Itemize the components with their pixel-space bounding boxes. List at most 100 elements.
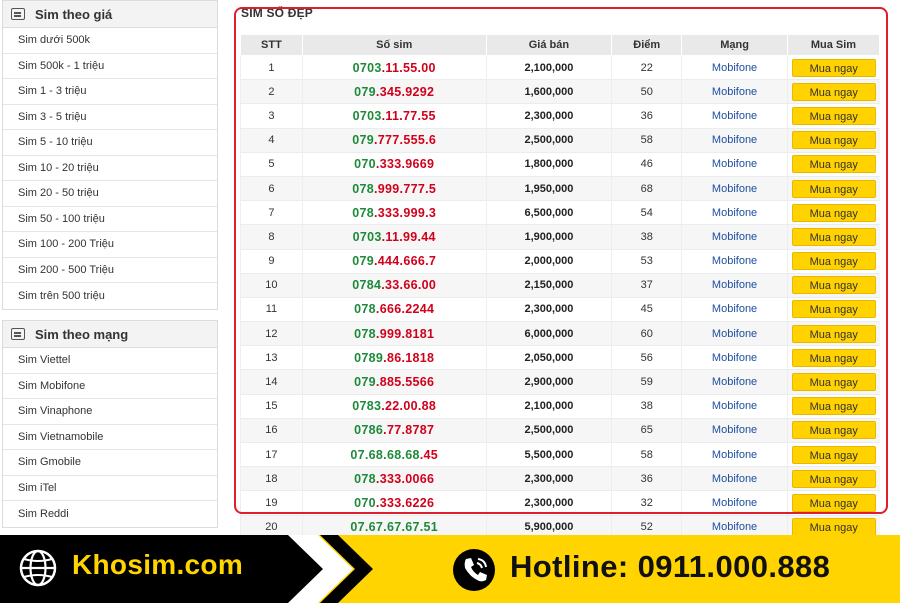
buy-cell: Mua ngay bbox=[786, 54, 880, 80]
buy-now-button[interactable]: Mua ngay bbox=[791, 227, 876, 246]
sidebar-item-price-5[interactable]: Sim 10 - 20 triệu bbox=[3, 156, 217, 181]
sim-number-suffix: .885.5566 bbox=[375, 375, 435, 390]
sidebar-item-price-6[interactable]: Sim 20 - 50 triệu bbox=[3, 181, 217, 207]
sim-number[interactable]: 0786.77.8787 bbox=[301, 417, 487, 443]
sidebar-item-network-1[interactable]: Sim Mobifone bbox=[3, 374, 217, 399]
buy-now-button[interactable]: Mua ngay bbox=[791, 469, 876, 488]
sim-number-prefix: 0784 bbox=[352, 278, 382, 293]
buy-now-button[interactable]: Mua ngay bbox=[791, 131, 876, 150]
sim-number-suffix: .777.555.6 bbox=[374, 133, 437, 148]
sidebar-item-network-0[interactable]: Sim Viettel bbox=[3, 348, 217, 374]
sidebar-item-price-3[interactable]: Sim 3 - 5 triệu bbox=[3, 105, 217, 130]
sim-network: Mobifone bbox=[681, 127, 788, 153]
buy-cell: Mua ngay bbox=[786, 417, 880, 443]
buy-now-button[interactable]: Mua ngay bbox=[791, 445, 876, 464]
table-row: 3 0703.11.77.55 2,300,000 36 Mobifone Mua nga… bbox=[240, 103, 880, 129]
sidebar-item-network-5[interactable]: Sim iTel bbox=[3, 476, 217, 501]
sim-number[interactable]: 0703.11.99.44 bbox=[301, 224, 487, 249]
sim-network: Mobifone bbox=[681, 175, 788, 201]
table-row: 6 078.999.777.5 1,950,000 68 Mobifone Mua nga… bbox=[240, 175, 880, 201]
sim-number[interactable]: 0703.11.55.00 bbox=[301, 54, 487, 80]
sim-score: 46 bbox=[611, 151, 682, 177]
sim-price: 2,900,000 bbox=[485, 369, 612, 395]
sim-number[interactable]: 0703.11.77.55 bbox=[301, 103, 487, 129]
sim-number[interactable]: 078.999.777.5 bbox=[301, 175, 487, 201]
sim-price: 2,300,000 bbox=[485, 490, 612, 516]
table-row: 9 079.444.666.7 2,000,000 53 Mobifone Mua nga… bbox=[240, 248, 880, 274]
sim-number[interactable]: 0784.33.66.00 bbox=[301, 272, 487, 298]
buy-cell: Mua ngay bbox=[786, 127, 880, 153]
sidebar-item-network-2[interactable]: Sim Vinaphone bbox=[3, 399, 217, 425]
row-stt: 11 bbox=[240, 296, 303, 322]
sim-score: 37 bbox=[611, 272, 682, 298]
sim-number[interactable]: 0783.22.00.88 bbox=[301, 393, 487, 419]
buy-cell: Mua ngay bbox=[786, 200, 880, 225]
sim-price: 1,800,000 bbox=[485, 151, 612, 177]
buy-now-button[interactable]: Mua ngay bbox=[791, 493, 876, 512]
buy-now-button[interactable]: Mua ngay bbox=[791, 252, 876, 271]
buy-now-button[interactable]: Mua ngay bbox=[791, 179, 876, 198]
buy-now-button[interactable]: Mua ngay bbox=[791, 373, 876, 392]
sidebar-item-price-1[interactable]: Sim 500k - 1 triệu bbox=[3, 54, 217, 79]
sim-network: Mobifone bbox=[681, 151, 788, 177]
sim-number[interactable]: 079.885.5566 bbox=[301, 369, 487, 395]
sim-number-suffix: .45 bbox=[419, 447, 439, 462]
buy-now-button[interactable]: Mua ngay bbox=[791, 300, 876, 319]
sidebar-item-price-4[interactable]: Sim 5 - 10 triệu bbox=[3, 130, 217, 156]
brand-name[interactable]: Khosim.com bbox=[72, 549, 243, 581]
buy-now-button[interactable]: Mua ngay bbox=[791, 276, 876, 295]
sidebar-item-network-3[interactable]: Sim Vietnamobile bbox=[3, 425, 217, 450]
buy-now-button[interactable]: Mua ngay bbox=[791, 106, 876, 125]
buy-now-button[interactable]: Mua ngay bbox=[791, 348, 876, 367]
sidebar-item-price-2[interactable]: Sim 1 - 3 triệu bbox=[3, 79, 217, 105]
hotline-text[interactable]: Hotline: 0911.000.888 bbox=[510, 549, 830, 585]
sidebar-item-network-6[interactable]: Sim Reddi bbox=[3, 501, 217, 527]
sidebar-item-price-9[interactable]: Sim 200 - 500 Triệu bbox=[3, 258, 217, 283]
sim-number[interactable]: 079.777.555.6 bbox=[301, 127, 487, 153]
sidebar-item-price-8[interactable]: Sim 100 - 200 Triệu bbox=[3, 232, 217, 258]
buy-cell: Mua ngay bbox=[786, 79, 880, 104]
sim-number[interactable]: 078.333.999.3 bbox=[301, 200, 487, 225]
buy-cell: Mua ngay bbox=[786, 248, 880, 274]
buy-now-button[interactable]: Mua ngay bbox=[791, 397, 876, 416]
row-stt: 7 bbox=[240, 200, 303, 225]
footer-banner: Khosim.com Hotline: 0911.000.888 bbox=[0, 535, 900, 603]
buy-now-button[interactable]: Mua ngay bbox=[791, 155, 876, 174]
row-stt: 4 bbox=[240, 127, 303, 153]
sidebar-item-price-10[interactable]: Sim trên 500 triệu bbox=[3, 283, 217, 309]
table-row: 15 0783.22.00.88 2,100,000 38 Mobifone Mua ng… bbox=[240, 393, 880, 419]
sim-number[interactable]: 079.345.9292 bbox=[301, 79, 487, 104]
sim-number[interactable]: 070.333.9669 bbox=[301, 151, 487, 177]
buy-now-button[interactable]: Mua ngay bbox=[791, 324, 876, 343]
col-score: Điểm bbox=[611, 34, 683, 56]
sidebar-item-price-0[interactable]: Sim dưới 500k bbox=[3, 28, 217, 54]
sim-number[interactable]: 078.333.0066 bbox=[301, 466, 487, 491]
sim-number-prefix: 079 bbox=[354, 375, 376, 390]
network-filter-panel: Sim theo mạng Sim Viettel Sim Mobifone Sim… bbox=[2, 320, 218, 528]
sim-number-prefix: 078 bbox=[354, 471, 376, 486]
table-row: 13 0789.86.1818 2,050,000 56 Mobifone Mua nga… bbox=[240, 345, 880, 370]
buy-cell: Mua ngay bbox=[786, 393, 880, 419]
sim-price: 6,500,000 bbox=[485, 200, 612, 225]
row-stt: 13 bbox=[240, 345, 303, 370]
sim-number-prefix: 070 bbox=[354, 495, 376, 510]
buy-now-button[interactable]: Mua ngay bbox=[791, 82, 876, 101]
sim-number[interactable]: 07.68.68.68.45 bbox=[301, 441, 487, 467]
sidebar-item-price-7[interactable]: Sim 50 - 100 triệu bbox=[3, 207, 217, 232]
sim-number[interactable]: 070.333.6226 bbox=[301, 490, 487, 516]
sim-number-suffix: .86.1818 bbox=[383, 350, 435, 365]
buy-now-button[interactable]: Mua ngay bbox=[791, 203, 876, 222]
sim-number-suffix: .345.9292 bbox=[375, 84, 435, 99]
sim-network: Mobifone bbox=[681, 393, 788, 419]
sim-number[interactable]: 079.444.666.7 bbox=[301, 248, 487, 274]
sim-number[interactable]: 07.67.67.67.51 bbox=[301, 514, 487, 535]
table-header-row: STT Số sim Giá bán Điểm Mạng Mua Sim bbox=[240, 34, 881, 56]
sidebar-item-network-4[interactable]: Sim Gmobile bbox=[3, 450, 217, 476]
sim-number[interactable]: 078.666.2244 bbox=[301, 296, 487, 322]
buy-now-button[interactable]: Mua ngay bbox=[791, 518, 876, 535]
sim-number[interactable]: 078.999.8181 bbox=[301, 321, 487, 346]
buy-now-button[interactable]: Mua ngay bbox=[791, 421, 876, 440]
sim-number[interactable]: 0789.86.1818 bbox=[301, 345, 487, 370]
buy-now-button[interactable]: Mua ngay bbox=[791, 58, 876, 77]
sim-price: 2,000,000 bbox=[485, 248, 612, 274]
